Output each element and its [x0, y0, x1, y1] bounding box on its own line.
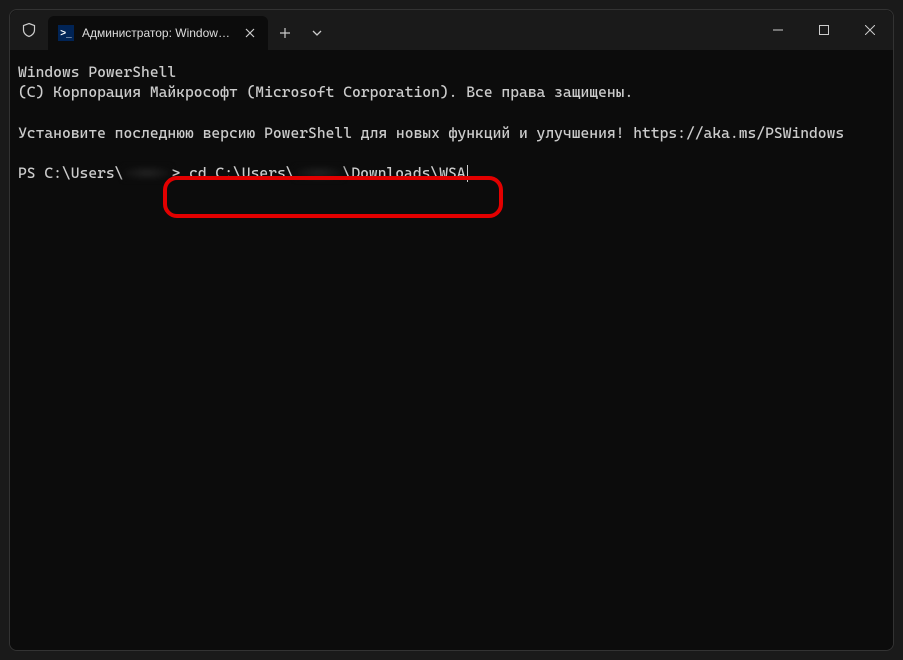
- output-line: (C) Корпорация Майкрософт (Microsoft Cor…: [18, 82, 885, 102]
- prompt-prefix: PS C:\Users\: [18, 163, 123, 183]
- terminal-body[interactable]: Windows PowerShell (C) Корпорация Майкро…: [10, 50, 893, 650]
- tab-dropdown-button[interactable]: [302, 16, 332, 50]
- terminal-window: >_ Администратор: Windows Po: [9, 9, 894, 651]
- window-controls: [755, 10, 893, 50]
- redacted-username: [295, 166, 343, 180]
- new-tab-button[interactable]: [268, 16, 302, 50]
- minimize-button[interactable]: [755, 10, 801, 50]
- tab-title: Администратор: Windows Po: [82, 26, 234, 40]
- titlebar-left: >_ Администратор: Windows Po: [10, 10, 332, 50]
- prompt-gt: >: [171, 163, 180, 183]
- shield-icon: [10, 10, 48, 50]
- text-cursor: [467, 165, 468, 182]
- titlebar: >_ Администратор: Windows Po: [10, 10, 893, 50]
- redacted-username: [123, 166, 171, 180]
- tab-close-button[interactable]: [242, 25, 258, 41]
- output-line: Установите последнюю версию PowerShell д…: [18, 123, 885, 143]
- close-button[interactable]: [847, 10, 893, 50]
- output-blank: [18, 103, 885, 123]
- command-text-pre: cd C:\Users\: [180, 163, 294, 183]
- output-line: Windows PowerShell: [18, 62, 885, 82]
- powershell-icon-glyph: >_: [60, 28, 71, 39]
- titlebar-drag-area[interactable]: [332, 10, 755, 50]
- powershell-icon: >_: [58, 25, 74, 41]
- command-text-post: \Downloads\WSA: [343, 163, 466, 183]
- maximize-button[interactable]: [801, 10, 847, 50]
- tab-powershell[interactable]: >_ Администратор: Windows Po: [48, 16, 268, 50]
- output-blank: [18, 143, 885, 163]
- prompt-line: PS C:\Users\ > cd C:\Users\ \Downloads\WSA: [18, 163, 885, 183]
